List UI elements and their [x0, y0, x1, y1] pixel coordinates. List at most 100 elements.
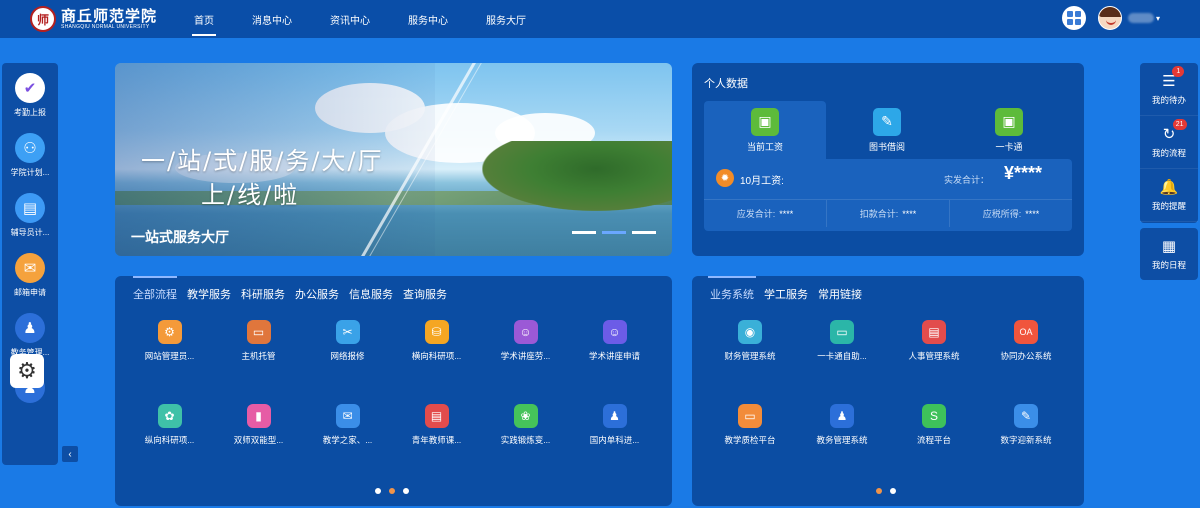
- tab-services-1[interactable]: 教学服务: [187, 286, 231, 306]
- service-tile-label: 协同办公系统: [1000, 351, 1052, 361]
- carousel-indicators[interactable]: [572, 231, 656, 234]
- right-sidebar-label: 我的日程: [1151, 260, 1186, 270]
- service-tile[interactable]: ◉ 财务管理系统: [704, 320, 796, 362]
- carousel-dot[interactable]: [632, 231, 656, 234]
- left-sidebar-item[interactable]: ▤ 辅导员计...: [2, 183, 58, 243]
- net-pay-label: 实发合计：: [944, 175, 990, 185]
- left-sidebar-label: 学院计划...: [10, 168, 50, 177]
- service-tile[interactable]: ☺ 学术讲座申请: [570, 320, 659, 362]
- tab-services-3[interactable]: 办公服务: [295, 286, 339, 306]
- service-pagination[interactable]: [375, 488, 409, 494]
- service-tile[interactable]: ✉ 教学之家、...: [303, 404, 392, 446]
- university-logo[interactable]: 师 商丘师范学院 SHANGQIU NORMAL UNIVERSITY: [30, 6, 180, 32]
- service-tile[interactable]: ✂ 网络报修: [303, 320, 392, 362]
- right-sidebar-item[interactable]: 🔔 我的提醒: [1140, 169, 1198, 222]
- service-tile[interactable]: ▭ 一卡通自助...: [796, 320, 888, 362]
- tab-services-2[interactable]: 科研服务: [241, 286, 285, 306]
- service-tile[interactable]: ♟ 教务管理系统: [796, 404, 888, 446]
- service-icon: ✂: [335, 320, 360, 344]
- page-dot[interactable]: [375, 488, 381, 494]
- right-sidebar-item[interactable]: ☰ 1 我的待办: [1140, 63, 1198, 116]
- user-avatar[interactable]: [1097, 6, 1122, 30]
- service-tile[interactable]: ▮ 双师双能型...: [214, 404, 303, 446]
- nav-messages[interactable]: 消息中心: [252, 0, 292, 38]
- bus-icon: ▣: [751, 107, 779, 136]
- service-tile-label: 网络报修: [330, 351, 365, 361]
- service-icon: ☺: [602, 320, 627, 344]
- salary-coin-icon: ✹: [716, 169, 734, 187]
- clipboard-icon: ▤: [15, 193, 45, 223]
- salary-field: 扣款合计: ****: [827, 200, 950, 227]
- nav-news[interactable]: 资讯中心: [330, 0, 370, 38]
- right-sidebar-label: 我的待办: [1151, 95, 1186, 105]
- left-sidebar-item[interactable]: ✔ 考勤上报: [2, 63, 58, 123]
- service-icon: ▭: [738, 404, 762, 428]
- service-tile[interactable]: ▭ 教学质检平台: [704, 404, 796, 446]
- salary-field-label: 应发合计:: [736, 209, 776, 219]
- right-sidebar-item[interactable]: ▦ 我的日程: [1140, 228, 1198, 280]
- banner-headline: 一/站/式/服/务/大/厅: [141, 147, 384, 175]
- personal-tab[interactable]: ▣ 当前工资: [704, 101, 826, 159]
- service-tile[interactable]: ▤ 人事管理系统: [888, 320, 980, 362]
- service-icon: ▤: [424, 404, 449, 428]
- tab-links-2[interactable]: 常用链接: [818, 286, 862, 306]
- page-dot-active[interactable]: [389, 488, 395, 494]
- logo-seal-icon: 师: [30, 6, 56, 32]
- collapse-sidebar-button[interactable]: ‹: [62, 446, 78, 462]
- service-tile-label: 学术讲座申请: [588, 351, 640, 361]
- service-tile[interactable]: ⚙ 网站管理员...: [125, 320, 214, 362]
- chevron-down-icon[interactable]: ▾: [1156, 14, 1160, 23]
- salary-month: 10月工资:: [740, 176, 784, 187]
- tab-services-5[interactable]: 查询服务: [403, 286, 447, 306]
- service-tile[interactable]: OA 协同办公系统: [980, 320, 1072, 362]
- service-tile[interactable]: ☺ 学术讲座劳...: [481, 320, 570, 362]
- left-sidebar-item[interactable]: ⚇ 学院计划...: [2, 123, 58, 183]
- service-icon: ▭: [246, 320, 271, 344]
- links-pagination[interactable]: [876, 488, 896, 494]
- service-tile[interactable]: S 流程平台: [888, 404, 980, 446]
- tab-links-1[interactable]: 学工服务: [764, 286, 808, 306]
- service-tile[interactable]: ✎ 数字迎新系统: [980, 404, 1072, 446]
- service-tile[interactable]: ❀ 实践锻炼变...: [481, 404, 570, 446]
- panel-title: 个人数据: [704, 78, 748, 90]
- personal-tab[interactable]: ▣ 一卡通: [948, 101, 1070, 159]
- right-personal-sidebar: ☰ 1 我的待办 ↻ 21 我的流程 🔔 我的提醒: [1140, 63, 1198, 223]
- notification-badge: 21: [1172, 119, 1187, 130]
- settings-gear-icon[interactable]: ⚙: [10, 354, 44, 388]
- banner-carousel[interactable]: 一/站/式/服/务/大/厅 上/线/啦 一站式服务大厅: [115, 63, 672, 256]
- nav-home[interactable]: 首页: [192, 0, 216, 38]
- service-tile-label: 青年教师课...: [411, 435, 462, 445]
- page-dot-active[interactable]: [876, 488, 882, 494]
- right-schedule-sidebar: ▦ 我的日程: [1140, 228, 1198, 280]
- service-tile[interactable]: ♟ 国内单科进...: [570, 404, 659, 446]
- tab-links-0[interactable]: 业务系统: [708, 276, 756, 306]
- left-sidebar-label: 考勤上报: [14, 108, 46, 117]
- tab-services-0[interactable]: 全部流程: [133, 276, 177, 306]
- right-sidebar-item[interactable]: ↻ 21 我的流程: [1140, 116, 1198, 169]
- service-tile-label: 教学质检平台: [724, 435, 776, 445]
- service-tile-label: 实践锻炼变...: [500, 435, 551, 445]
- tab-services-4[interactable]: 信息服务: [349, 286, 393, 306]
- salary-field: 应税所得: ****: [950, 200, 1072, 227]
- service-icon: ✎: [1014, 404, 1038, 428]
- service-icon: ▭: [830, 320, 854, 344]
- mail-icon: ✉: [15, 253, 45, 283]
- left-sidebar-item[interactable]: ✉ 邮箱申请: [2, 243, 58, 303]
- top-navbar: 师 商丘师范学院 SHANGQIU NORMAL UNIVERSITY 首页 消…: [0, 0, 1200, 38]
- carousel-dot-active[interactable]: [602, 231, 626, 234]
- page-dot[interactable]: [403, 488, 409, 494]
- net-pay-value: ¥****: [1004, 163, 1043, 183]
- service-tile[interactable]: ▭ 主机托管: [214, 320, 303, 362]
- service-tile[interactable]: ✿ 纵向科研项...: [125, 404, 214, 446]
- service-icon: ⛁: [424, 320, 449, 344]
- service-tile[interactable]: ▤ 青年教师课...: [392, 404, 481, 446]
- service-tile[interactable]: ⛁ 横向科研项...: [392, 320, 481, 362]
- carousel-dot[interactable]: [572, 231, 596, 234]
- flow-icon: ↻ 21: [1163, 119, 1187, 143]
- personal-tab[interactable]: ✎ 图书借阅: [826, 101, 948, 159]
- username-blurred[interactable]: [1127, 13, 1154, 23]
- page-dot[interactable]: [890, 488, 896, 494]
- apps-grid-icon[interactable]: [1061, 6, 1086, 30]
- nav-service-hall[interactable]: 服务大厅: [486, 0, 526, 38]
- nav-service-center[interactable]: 服务中心: [408, 0, 448, 38]
